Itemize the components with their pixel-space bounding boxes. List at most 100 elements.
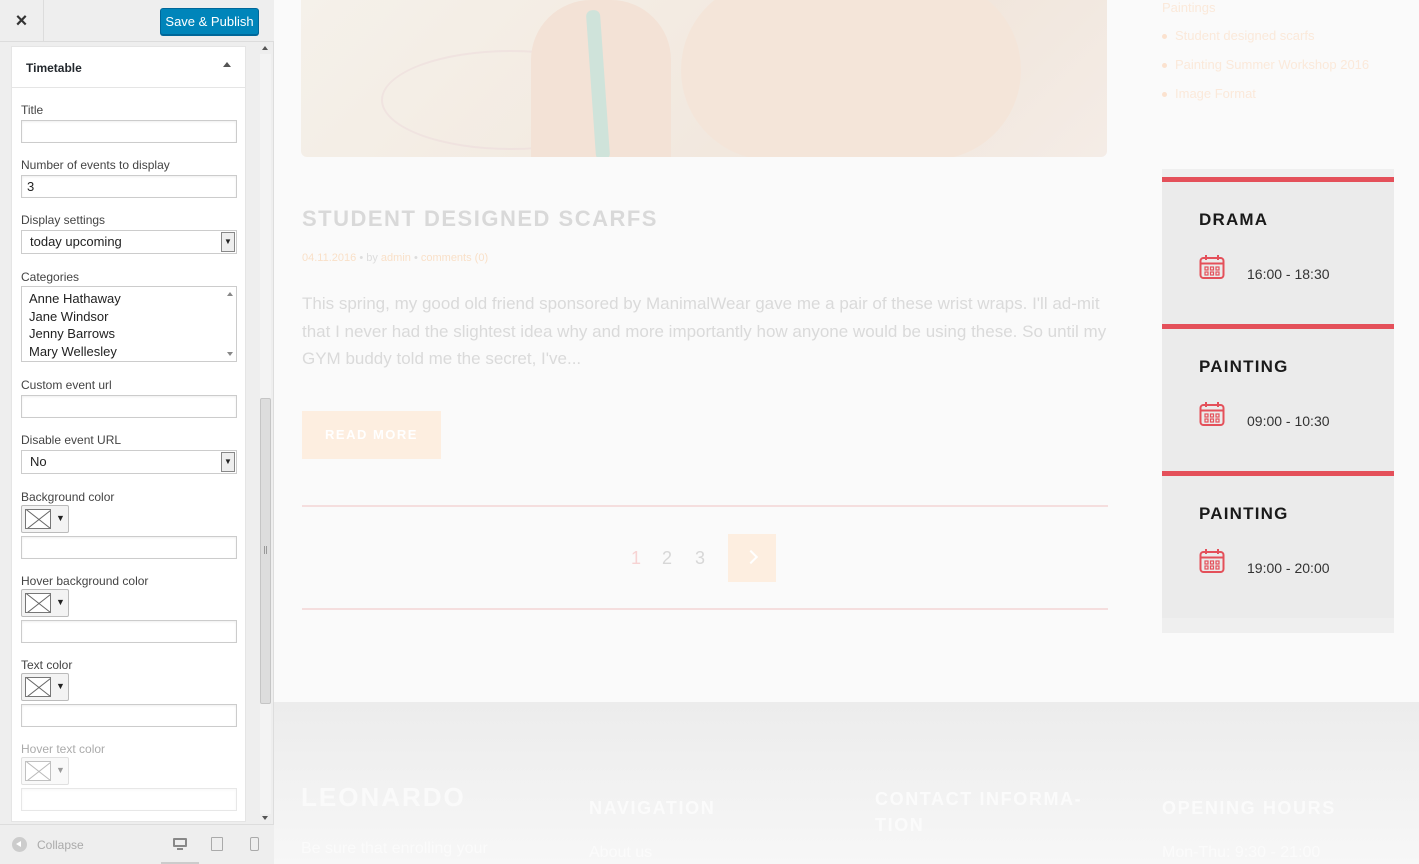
next-page-button[interactable]	[728, 534, 776, 582]
page-link-1[interactable]: 1	[631, 548, 641, 569]
collapse-icon[interactable]	[12, 837, 27, 852]
calendar-icon	[1199, 255, 1225, 279]
categories-multiselect[interactable]: Anne Hathaway Jane Windsor Jenny Barrows…	[21, 286, 237, 362]
footer-hours-text: Mon-Thu: 9:30 - 21:00	[1162, 844, 1321, 861]
footer-nav-link[interactable]: About us	[589, 844, 652, 862]
event-time: 19:00 - 20:00	[1247, 560, 1330, 576]
caret-down-icon: ▼	[56, 681, 65, 691]
sidebar-scrollbar[interactable]	[258, 42, 272, 822]
post-author[interactable]: admin	[381, 252, 411, 264]
caret-down-icon: ▼	[56, 597, 65, 607]
post-meta: 04.11.2016 • by admin • comments (0)	[302, 252, 489, 264]
post-by: by	[366, 252, 378, 264]
event-title: PAINTING	[1199, 357, 1289, 376]
events-count-label: Number of events to display	[21, 158, 170, 172]
calendar-icon	[1199, 402, 1225, 426]
text-color-picker[interactable]: ▼	[21, 673, 69, 701]
scroll-up-icon[interactable]	[262, 46, 268, 50]
customizer-header: × Save & Publish	[0, 0, 274, 42]
empty-color-swatch-icon	[25, 593, 51, 613]
event-time: 09:00 - 10:30	[1247, 413, 1330, 429]
recent-post-link[interactable]: Paintings	[1162, 0, 1215, 15]
hover-bg-color-picker[interactable]: ▼	[21, 589, 69, 617]
bg-color-label: Background color	[21, 490, 115, 504]
dropdown-arrow-icon[interactable]: ▼	[221, 452, 235, 472]
events-count-input[interactable]: 3	[21, 175, 237, 198]
display-settings-label: Display settings	[21, 213, 106, 227]
empty-color-swatch-icon	[25, 761, 51, 781]
read-more-button[interactable]: READ MORE	[302, 411, 441, 459]
timetable-widget: DRAMA 16:00 - 18:30 PAINTING 09:00 - 10:…	[1162, 169, 1394, 633]
text-color-input[interactable]	[21, 704, 237, 727]
categories-label: Categories	[21, 270, 80, 284]
page-link-2[interactable]: 2	[662, 548, 672, 569]
timetable-event[interactable]: PAINTING 19:00 - 20:00	[1162, 471, 1394, 618]
footer-about-text: Be sure that enrolling your	[301, 840, 488, 857]
footer-navigation-title: NAVIGATION	[589, 798, 716, 818]
grip-icon	[264, 546, 267, 554]
bullet-icon	[1162, 63, 1167, 69]
divider	[302, 505, 1108, 507]
customizer-sidebar: × Save & Publish Timetable Title Number …	[0, 0, 274, 864]
disable-url-value: No	[30, 454, 47, 469]
site-footer: LEONARDO Be sure that enrolling your NAV…	[274, 702, 1419, 864]
hover-text-input[interactable]	[21, 788, 237, 811]
post-excerpt: This spring, my good old friend sponsore…	[302, 294, 1107, 368]
chevron-right-icon	[743, 549, 759, 565]
categories-scrollbar[interactable]	[224, 287, 236, 361]
event-title: DRAMA	[1199, 210, 1269, 229]
custom-url-input[interactable]	[21, 395, 237, 418]
display-settings-select[interactable]: today upcoming ▼	[21, 230, 237, 254]
widget-title: Timetable	[26, 61, 82, 75]
tablet-preview-icon[interactable]	[211, 837, 227, 851]
title-input[interactable]	[21, 120, 237, 143]
hover-bg-label: Hover background color	[21, 574, 149, 588]
widget-header[interactable]: Timetable	[12, 47, 245, 88]
customizer-footer: Collapse	[0, 824, 274, 864]
scroll-down-icon[interactable]	[227, 352, 233, 356]
event-time: 16:00 - 18:30	[1247, 266, 1330, 282]
recent-post-link[interactable]: Painting Summer Workshop 2016	[1162, 57, 1369, 72]
dropdown-arrow-icon[interactable]: ▼	[221, 232, 235, 252]
bg-color-picker[interactable]: ▼	[21, 505, 69, 533]
page-link-3[interactable]: 3	[695, 548, 705, 569]
close-customizer-button[interactable]: ×	[0, 0, 44, 42]
timetable-event[interactable]: PAINTING 09:00 - 10:30	[1162, 324, 1394, 471]
scrollbar-thumb[interactable]	[260, 398, 271, 704]
category-option[interactable]: Mary Wellesley	[29, 343, 236, 361]
site-preview: Paintings Student designed scarfs Painti…	[274, 0, 1419, 864]
collapse-arrow-icon[interactable]	[223, 62, 231, 67]
disable-url-select[interactable]: No ▼	[21, 450, 237, 474]
mobile-preview-icon[interactable]	[250, 837, 266, 851]
post-comments[interactable]: comments (0)	[421, 252, 488, 264]
empty-color-swatch-icon	[25, 677, 51, 697]
post-title[interactable]: STUDENT DESIGNED SCARFS	[302, 206, 658, 232]
category-option[interactable]: Anne Hathaway	[29, 290, 236, 308]
footer-logo[interactable]: LEONARDO	[301, 782, 466, 813]
display-settings-value: today upcoming	[30, 234, 122, 249]
scroll-up-icon[interactable]	[227, 292, 233, 296]
caret-down-icon: ▼	[56, 513, 65, 523]
hover-text-color-picker[interactable]: ▼	[21, 757, 69, 785]
desktop-preview-icon[interactable]	[172, 837, 188, 851]
save-publish-button[interactable]: Save & Publish	[160, 8, 259, 35]
recent-post-link[interactable]: Student designed scarfs	[1162, 28, 1314, 43]
hover-bg-input[interactable]	[21, 620, 237, 643]
scroll-down-icon[interactable]	[262, 816, 268, 820]
empty-color-swatch-icon	[25, 509, 51, 529]
disable-url-label: Disable event URL	[21, 433, 122, 447]
category-option[interactable]: Jane Windsor	[29, 308, 236, 326]
bg-color-input[interactable]	[21, 536, 237, 559]
collapse-label[interactable]: Collapse	[37, 838, 84, 852]
category-option[interactable]: Jenny Barrows	[29, 325, 236, 343]
post-date[interactable]: 04.11.2016	[302, 252, 356, 264]
footer-hours-title: OPENING HOURS	[1162, 798, 1336, 818]
caret-down-icon: ▼	[56, 765, 65, 775]
post-featured-image[interactable]	[301, 0, 1107, 157]
hover-text-label: Hover text color	[21, 742, 106, 756]
timetable-event[interactable]: DRAMA 16:00 - 18:30	[1162, 177, 1394, 324]
event-title: PAINTING	[1199, 504, 1289, 523]
title-label: Title	[21, 103, 44, 117]
divider	[302, 608, 1108, 610]
recent-post-link[interactable]: Image Format	[1162, 86, 1256, 101]
